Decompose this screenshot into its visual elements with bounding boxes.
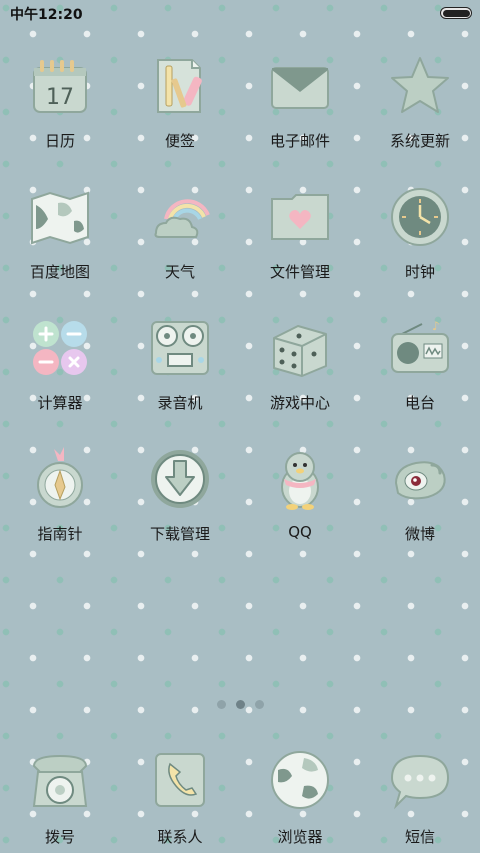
app-row: 17 日历 便签 电子邮件 系统更新: [0, 48, 480, 179]
compass-icon: [28, 447, 92, 511]
clock-icon: [388, 185, 452, 249]
page-dot-active[interactable]: [235, 700, 245, 709]
app-qq[interactable]: QQ: [240, 441, 360, 572]
app-mail[interactable]: 电子邮件: [240, 48, 360, 179]
page-indicator[interactable]: [0, 700, 480, 709]
app-label: 浏览器: [277, 828, 323, 846]
app-download-manager[interactable]: 下载管理: [120, 441, 240, 572]
weather-icon: [148, 185, 212, 249]
battery-icon: [440, 7, 472, 19]
app-label: 录音机: [157, 394, 203, 412]
notes-icon: [148, 54, 212, 118]
app-clock[interactable]: 时钟: [360, 179, 480, 310]
status-bar: 中午12:20: [0, 0, 480, 26]
svg-text:♪: ♪: [432, 319, 440, 333]
app-recorder[interactable]: 录音机: [120, 310, 240, 441]
app-label: 电台: [404, 394, 435, 412]
radio-icon: ♪: [388, 316, 452, 380]
app-label: 文件管理: [269, 263, 330, 281]
app-file-manager[interactable]: 文件管理: [240, 179, 360, 310]
app-label: 指南针: [37, 525, 83, 543]
app-compass[interactable]: 指南针: [0, 441, 120, 572]
app-label: 电子邮件: [269, 132, 330, 150]
dock-phone[interactable]: 拨号: [0, 742, 120, 847]
app-row: 计算器 录音机 游戏中心 ♪ 电台: [0, 310, 480, 441]
status-time: 中午12:20: [10, 7, 83, 23]
star-icon: [388, 54, 452, 118]
app-calculator[interactable]: 计算器: [0, 310, 120, 441]
map-icon: [28, 185, 92, 249]
app-calendar[interactable]: 17 日历: [0, 48, 120, 179]
app-weibo[interactable]: 微博: [360, 441, 480, 572]
app-label: 百度地图: [29, 263, 90, 281]
app-label: QQ: [288, 523, 312, 541]
app-label: 时钟: [404, 263, 435, 281]
dice-icon: [268, 316, 332, 380]
calculator-icon: [28, 316, 92, 380]
calendar-icon: 17: [28, 54, 92, 118]
app-label: 拨号: [44, 828, 75, 846]
contacts-icon: [148, 748, 212, 812]
app-weather[interactable]: 天气: [120, 179, 240, 310]
message-icon: [388, 748, 452, 812]
app-label: 系统更新: [389, 132, 450, 150]
calendar-day: 17: [46, 85, 74, 110]
phone-icon: [28, 748, 92, 812]
app-label: 计算器: [37, 394, 83, 412]
dock-browser[interactable]: 浏览器: [240, 742, 360, 847]
download-icon: [148, 447, 212, 511]
browser-icon: [268, 748, 332, 812]
app-label: 日历: [44, 132, 75, 150]
page-dot[interactable]: [216, 700, 226, 709]
app-label: 联系人: [157, 828, 203, 846]
app-label: 短信: [404, 828, 435, 846]
app-label: 游戏中心: [269, 394, 330, 412]
dock: 拨号 联系人 浏览器 短信: [0, 742, 480, 847]
mail-icon: [268, 54, 332, 118]
app-system-update[interactable]: 系统更新: [360, 48, 480, 179]
app-grid: 17 日历 便签 电子邮件 系统更新 百度地图 天气 文件管理 时钟 计算器 录…: [0, 48, 480, 572]
app-notes[interactable]: 便签: [120, 48, 240, 179]
dock-contacts[interactable]: 联系人: [120, 742, 240, 847]
weibo-icon: [388, 447, 452, 511]
app-label: 微博: [404, 525, 435, 543]
page-dot[interactable]: [254, 700, 264, 709]
folder-icon: [268, 185, 332, 249]
recorder-icon: [148, 316, 212, 380]
app-label: 天气: [164, 263, 195, 281]
app-row: 指南针 下载管理 QQ 微博: [0, 441, 480, 572]
app-game-center[interactable]: 游戏中心: [240, 310, 360, 441]
penguin-icon: [268, 447, 332, 511]
app-baidu-map[interactable]: 百度地图: [0, 179, 120, 310]
app-radio[interactable]: ♪ 电台: [360, 310, 480, 441]
dock-messages[interactable]: 短信: [360, 742, 480, 847]
app-label: 便签: [164, 132, 195, 150]
app-label: 下载管理: [149, 525, 210, 543]
app-row: 百度地图 天气 文件管理 时钟: [0, 179, 480, 310]
